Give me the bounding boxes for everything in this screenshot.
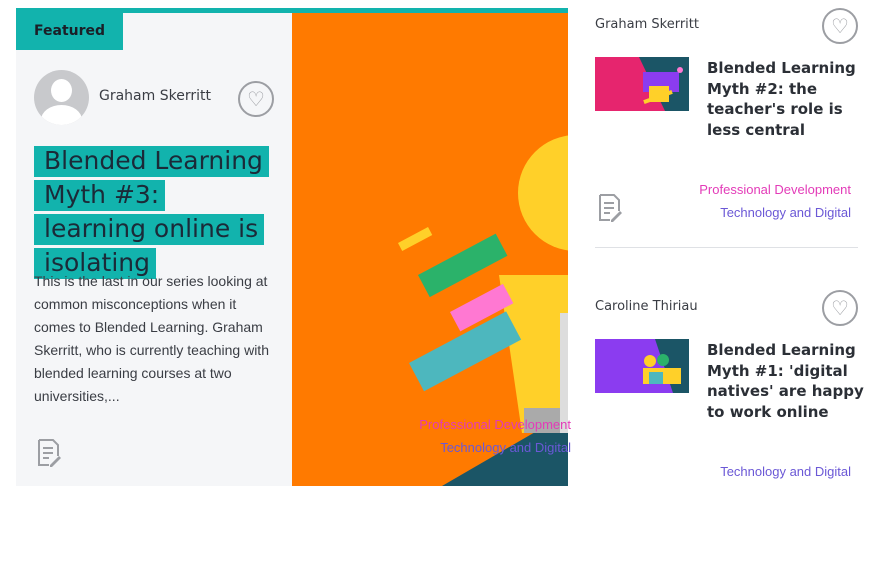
side-article-2-thumbnail[interactable]	[595, 339, 689, 393]
featured-text-panel: Featured Graham Skerritt ♡ Blended Learn…	[16, 8, 292, 486]
side-article-1-tag-professional-development[interactable]: Professional Development	[699, 182, 851, 197]
article-divider	[595, 247, 858, 248]
featured-hero-illustration[interactable]	[292, 13, 568, 486]
side-article-2-author[interactable]: Caroline Thiriau	[595, 299, 698, 314]
featured-badge: Featured	[16, 12, 123, 50]
heart-icon[interactable]: ♡	[238, 81, 274, 117]
document-icon	[599, 194, 622, 222]
side-article-1-thumbnail[interactable]	[595, 57, 689, 111]
hero-illustration-graphic	[292, 13, 568, 486]
document-icon	[38, 439, 61, 467]
featured-tag-technology-digital[interactable]: Technology and Digital	[440, 440, 571, 455]
side-article-list: Graham Skerritt ♡ Blended Learning Myth …	[595, 0, 871, 562]
heart-icon[interactable]: ♡	[822, 8, 858, 44]
featured-author-name[interactable]: Graham Skerritt	[99, 88, 211, 104]
featured-title[interactable]: Blended Learning Myth #3: learning onlin…	[34, 146, 269, 279]
side-article-1-title[interactable]: Blended Learning Myth #2: the teacher's …	[707, 58, 867, 140]
featured-article-card[interactable]: Featured Graham Skerritt ♡ Blended Learn…	[16, 8, 568, 486]
featured-title-block[interactable]: Blended Learning Myth #3: learning onlin…	[34, 144, 269, 280]
side-article-2-title[interactable]: Blended Learning Myth #1: 'digital nativ…	[707, 340, 867, 422]
featured-tag-professional-development[interactable]: Professional Development	[419, 417, 571, 432]
heart-icon[interactable]: ♡	[822, 290, 858, 326]
side-article-1-tag-technology-digital[interactable]: Technology and Digital	[720, 205, 851, 220]
side-article-2-tag-technology-digital[interactable]: Technology and Digital	[720, 464, 851, 479]
author-avatar-icon	[34, 70, 89, 125]
featured-excerpt: This is the last in our series looking a…	[34, 273, 269, 404]
side-article-1-author[interactable]: Graham Skerritt	[595, 17, 699, 32]
